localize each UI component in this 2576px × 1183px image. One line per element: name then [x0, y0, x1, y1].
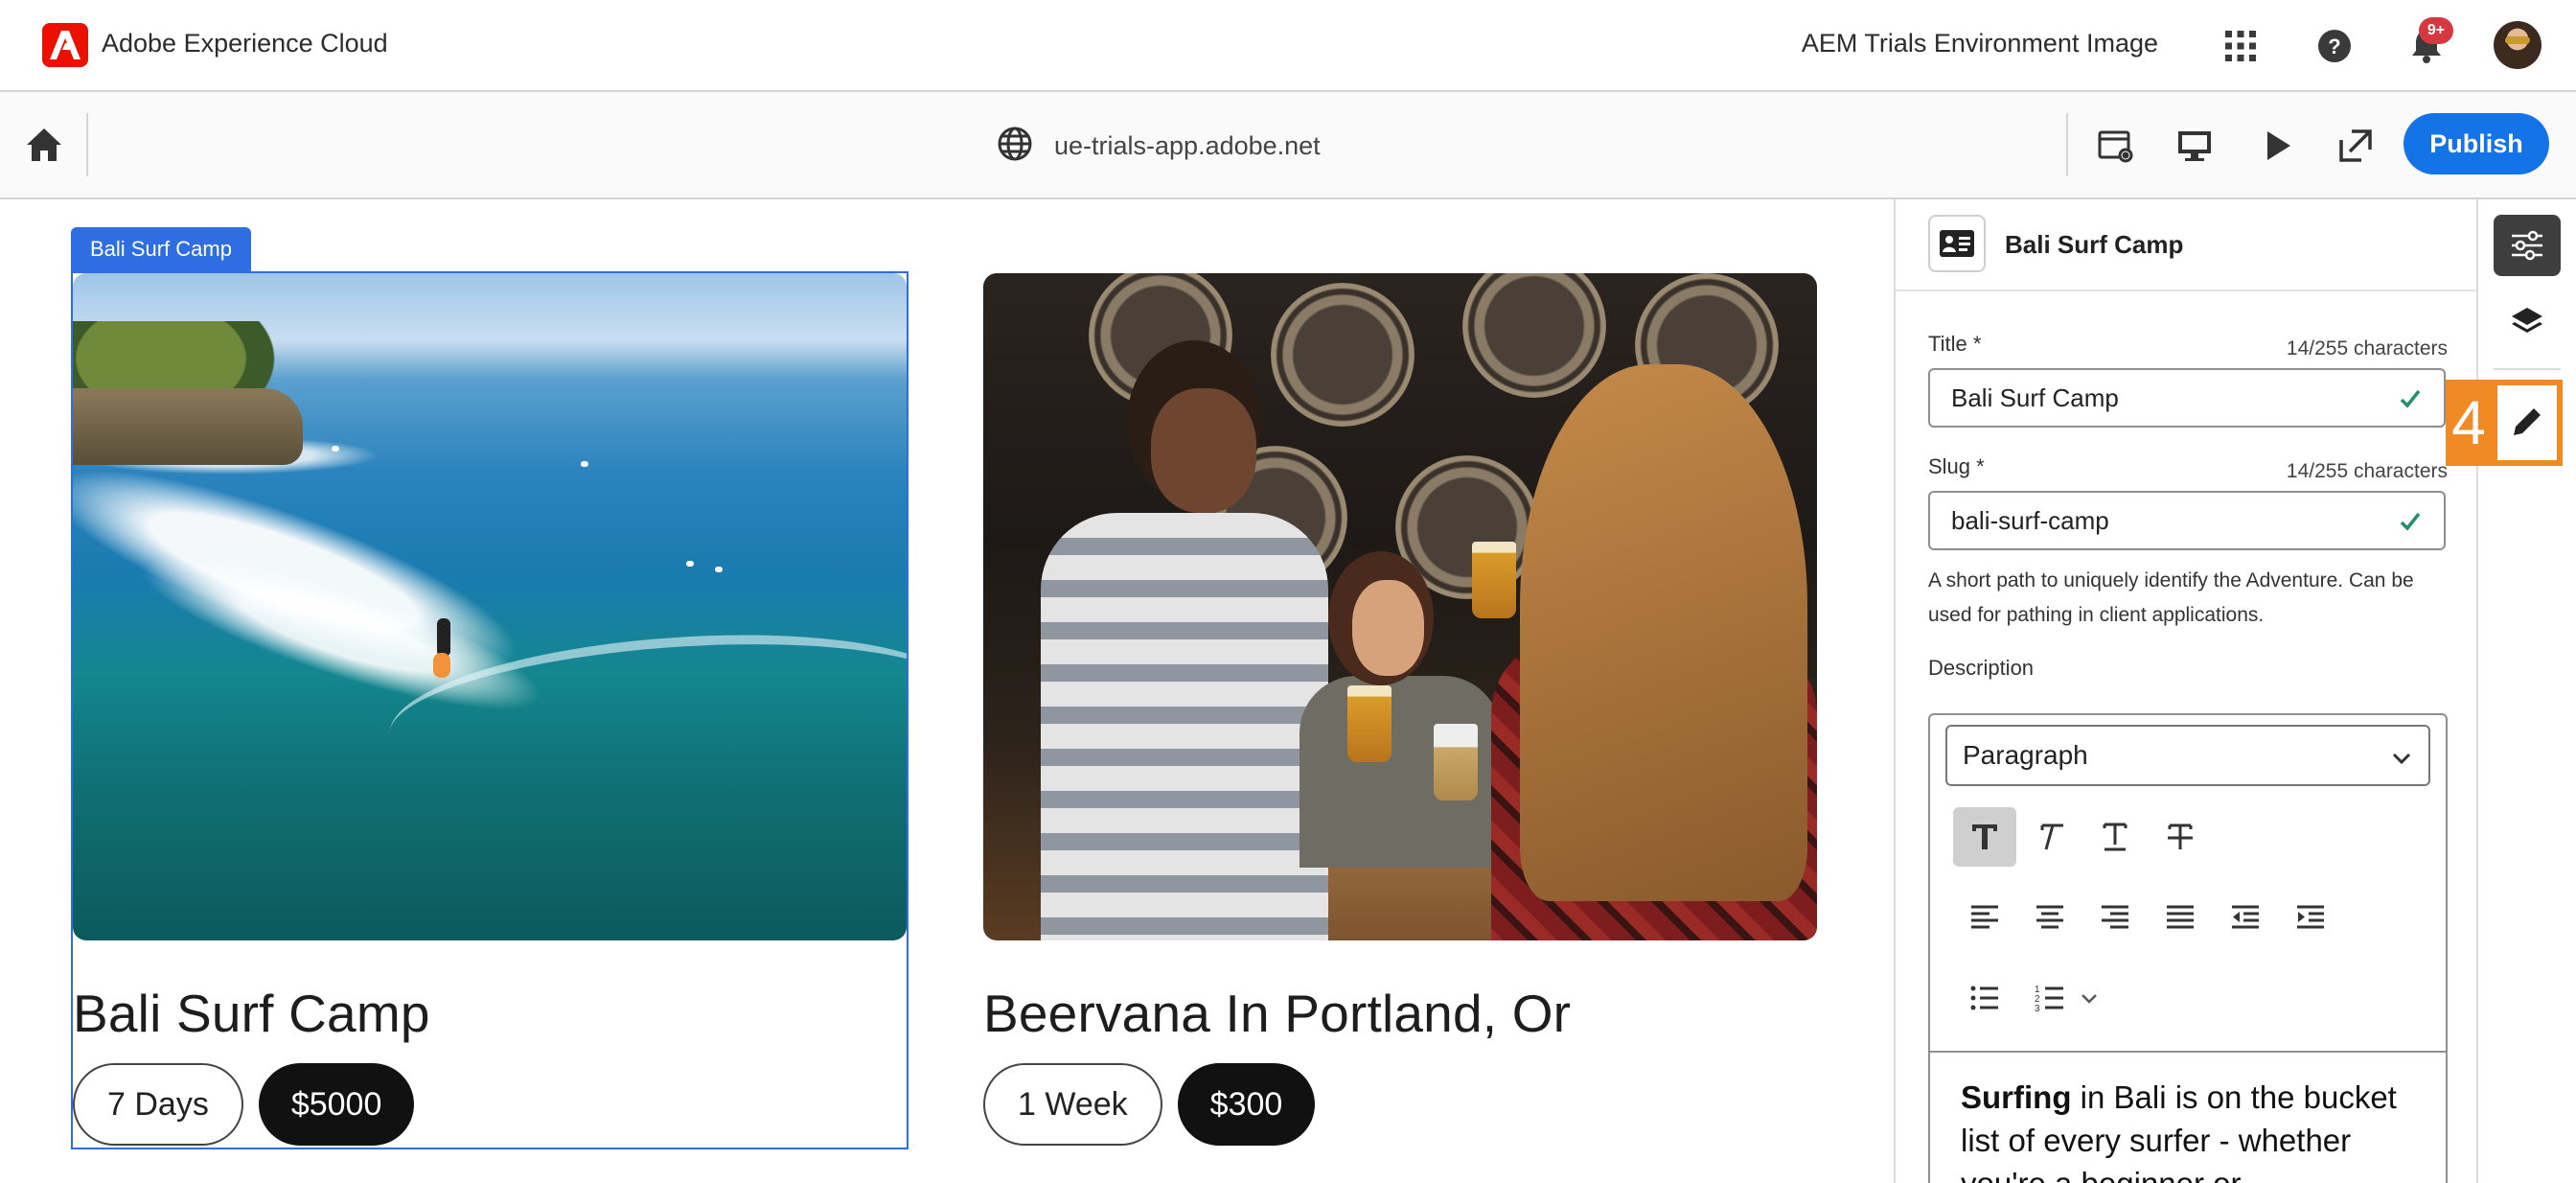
publish-button[interactable]: Publish — [2404, 113, 2549, 174]
slug-help-text: A short path to uniquely identify the Ad… — [1928, 569, 2414, 626]
slug-field[interactable]: bali-surf-camp — [1928, 491, 2446, 550]
avatar[interactable] — [2494, 21, 2542, 69]
notification-badge: 9+ — [2419, 17, 2453, 44]
description-rich-text-editor: Paragraph 1 2 3 Surfing in Bali is on th… — [1928, 713, 2448, 1183]
shell-header: Adobe Experience Cloud AEM Trials Enviro… — [0, 0, 2576, 92]
step-number-badge: 4 — [2446, 380, 2492, 466]
adventure-card[interactable]: Beervana In Portland, Or 1 Week $300 — [983, 273, 1817, 1146]
properties-view-icon[interactable] — [2097, 127, 2135, 170]
bullet-list-button[interactable] — [1953, 968, 2016, 1028]
svg-text:3: 3 — [2035, 1004, 2040, 1014]
selected-component-label: Bali Surf Camp — [71, 227, 251, 271]
adobe-logo-icon[interactable] — [42, 23, 88, 67]
slug-value: bali-surf-camp — [1951, 505, 2109, 535]
help-icon[interactable]: ? — [2313, 25, 2356, 67]
editor-canvas: Bali Surf Camp Bali Surf Camp 7 Days $50… — [0, 199, 1894, 1183]
title-char-count: 14/255 characters — [2286, 337, 2448, 360]
align-center-button[interactable] — [2018, 888, 2082, 947]
slug-label: Slug * — [1928, 454, 1985, 478]
editor-toolbar: ue-trials-app.adobe.net Publish — [0, 92, 2576, 199]
block-format-value: Paragraph — [1963, 740, 2088, 770]
bold-button[interactable] — [1953, 807, 2016, 867]
rail-divider — [2494, 368, 2561, 370]
url-display[interactable]: ue-trials-app.adobe.net — [997, 125, 1321, 167]
price-chip[interactable]: $5000 — [258, 1063, 415, 1146]
strikethrough-button[interactable] — [2149, 807, 2212, 867]
title-field[interactable]: Bali Surf Camp — [1928, 368, 2446, 428]
right-rail — [2476, 199, 2576, 1183]
chevron-down-icon — [2390, 746, 2413, 777]
url-text: ue-trials-app.adobe.net — [1054, 130, 1321, 160]
home-icon[interactable] — [25, 127, 63, 168]
toolbar-divider — [86, 113, 88, 176]
card-title[interactable]: Beervana In Portland, Or — [983, 983, 1817, 1044]
align-right-button[interactable] — [2083, 888, 2147, 947]
content-fragment-icon — [1928, 215, 1986, 272]
app-name[interactable]: Adobe Experience Cloud — [102, 29, 388, 58]
align-justify-button[interactable] — [2149, 888, 2212, 947]
duration-chip[interactable]: 1 Week — [983, 1063, 1162, 1146]
adventure-image-beer[interactable] — [983, 273, 1817, 940]
description-label: Description — [1928, 656, 2035, 680]
adventure-image-surf[interactable] — [73, 273, 907, 940]
preview-play-icon[interactable] — [2258, 127, 2296, 170]
panel-header: Bali Surf Camp — [1896, 199, 2476, 291]
desktop-emulator-icon[interactable] — [2175, 127, 2214, 170]
app-switcher-icon[interactable] — [2220, 25, 2262, 67]
description-text[interactable]: Surfing in Bali is on the bucket list of… — [1961, 1076, 2411, 1183]
align-left-button[interactable] — [1953, 888, 2016, 947]
outdent-button[interactable] — [2214, 888, 2277, 947]
card-title[interactable]: Bali Surf Camp — [73, 983, 907, 1044]
block-format-select[interactable]: Paragraph — [1945, 725, 2430, 786]
title-label: Title * — [1928, 332, 1982, 356]
environment-name[interactable]: AEM Trials Environment Image — [1802, 29, 2158, 58]
indent-button[interactable] — [2279, 888, 2342, 947]
open-in-new-icon[interactable] — [2336, 127, 2375, 170]
duration-chip[interactable]: 7 Days — [73, 1063, 243, 1146]
properties-sliders-icon[interactable] — [2494, 215, 2561, 276]
svg-text:?: ? — [2328, 35, 2340, 58]
price-chip[interactable]: $300 — [1177, 1063, 1316, 1146]
italic-button[interactable] — [2018, 807, 2082, 867]
toolbar-divider — [2066, 113, 2068, 176]
adventure-card[interactable]: Bali Surf Camp 7 Days $5000 — [73, 273, 907, 1146]
valid-check-icon — [2398, 509, 2423, 541]
edit-pencil-icon[interactable] — [2494, 391, 2561, 452]
list-options-chevron-icon[interactable] — [2070, 968, 2108, 1028]
rte-toolbar-divider — [1930, 1051, 2446, 1053]
valid-check-icon — [2398, 386, 2423, 418]
properties-panel: Bali Surf Camp Title * 14/255 characters… — [1894, 199, 2476, 1183]
globe-icon — [997, 126, 1033, 167]
title-value: Bali Surf Camp — [1951, 383, 2119, 412]
underline-button[interactable] — [2083, 807, 2147, 867]
component-name: Bali Surf Camp — [2005, 230, 2184, 259]
layers-icon[interactable] — [2494, 291, 2561, 353]
slug-char-count: 14/255 characters — [2286, 460, 2448, 482]
